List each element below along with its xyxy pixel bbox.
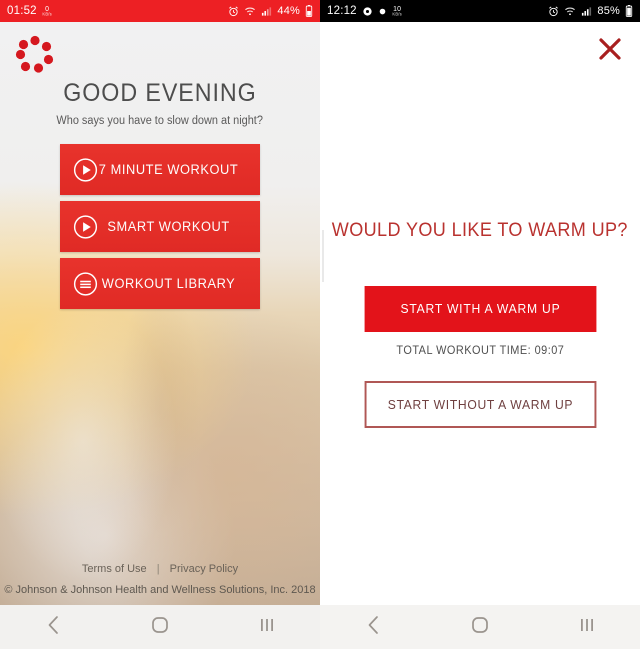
battery-icon	[625, 5, 633, 17]
right-android-nav-bar	[320, 605, 640, 649]
smart-workout-button[interactable]: SMART WORKOUT	[60, 201, 260, 252]
left-android-nav-bar	[0, 605, 320, 649]
footer-links: Terms of Use | Privacy Policy	[0, 563, 320, 575]
signal-icon	[581, 6, 592, 17]
recents-button[interactable]	[240, 611, 294, 643]
close-x-icon[interactable]	[597, 36, 623, 62]
home-screen-content: GOOD EVENING Who says you have to slow d…	[0, 22, 320, 605]
back-chevron-icon	[46, 615, 61, 640]
workout-library-button[interactable]: WORKOUT LIBRARY	[60, 258, 260, 309]
data-rate-icon: 10 KB/s	[392, 5, 401, 16]
battery-percent: 44%	[277, 5, 300, 17]
johnson-johnson-dots-logo	[10, 30, 60, 78]
back-button[interactable]	[26, 611, 80, 643]
home-square-icon	[151, 616, 169, 639]
status-time: 01:52	[7, 5, 37, 17]
alarm-icon	[548, 6, 559, 17]
gear-icon	[362, 6, 373, 17]
button-label: WORKOUT LIBRARY	[101, 276, 236, 291]
terms-of-use-link[interactable]: Terms of Use	[82, 563, 147, 575]
button-label: SMART WORKOUT	[107, 219, 230, 234]
page-title: GOOD EVENING	[63, 79, 257, 107]
signal-icon	[261, 6, 272, 17]
warm-up-prompt-screen: WOULD YOU LIKE TO WARM UP? START WITH A …	[320, 22, 640, 605]
home-button[interactable]	[133, 611, 187, 643]
status-time: 12:12	[327, 5, 357, 17]
data-rate-unit: KB/s	[392, 11, 402, 17]
left-status-left-group: 01:52 0 KB/s	[7, 5, 52, 17]
data-rate-unit: KB/s	[42, 11, 52, 17]
right-status-bar: 12:12 10 KB/s 85%	[320, 0, 640, 22]
left-status-bar: 01:52 0 KB/s 44%	[0, 0, 320, 22]
workout-button-stack: 7 MINUTE WORKOUT SMART WORKOUT WORKOUT L…	[60, 144, 260, 309]
recents-bars-icon	[579, 617, 595, 638]
start-with-warm-up-button[interactable]: START WITH A WARM UP	[364, 286, 596, 332]
start-without-warm-up-button[interactable]: START WITHOUT A WARM UP	[364, 381, 596, 428]
left-phone-screen: 01:52 0 KB/s 44% GOOD EVENING Who says y…	[0, 0, 320, 649]
right-status-right-group: 85%	[548, 5, 633, 17]
footer: Terms of Use | Privacy Policy © Johnson …	[0, 563, 320, 596]
footer-separator: |	[156, 563, 160, 575]
right-phone-screen: 12:12 10 KB/s 85% WOULD YOU LIKE TO WARM…	[320, 0, 640, 649]
button-label: 7 MINUTE WORKOUT	[98, 162, 239, 177]
total-workout-time-label: TOTAL WORKOUT TIME: 09:07	[396, 345, 564, 357]
left-status-right-group: 44%	[228, 5, 313, 17]
dot-icon	[378, 7, 387, 16]
wifi-icon	[564, 6, 576, 17]
home-square-icon	[471, 616, 489, 639]
home-button[interactable]	[453, 611, 507, 643]
back-chevron-icon	[366, 615, 381, 640]
dual-screenshot-container: 01:52 0 KB/s 44% GOOD EVENING Who says y…	[0, 0, 640, 649]
right-status-left-group: 12:12 10 KB/s	[327, 5, 402, 17]
page-subtitle: Who says you have to slow down at night?	[56, 115, 264, 127]
battery-percent: 85%	[597, 5, 620, 17]
alarm-icon	[228, 6, 239, 17]
back-button[interactable]	[346, 611, 400, 643]
recents-bars-icon	[259, 617, 275, 638]
privacy-policy-link[interactable]: Privacy Policy	[170, 563, 238, 575]
recents-button[interactable]	[560, 611, 614, 643]
seven-minute-workout-button[interactable]: 7 MINUTE WORKOUT	[60, 144, 260, 195]
warm-up-question-title: WOULD YOU LIKE TO WARM UP?	[331, 220, 629, 241]
data-rate-icon: 0 KB/s	[42, 5, 51, 16]
wifi-icon	[244, 6, 256, 17]
copyright-text: © Johnson & Johnson Health and Wellness …	[4, 584, 316, 596]
battery-icon	[305, 5, 313, 17]
